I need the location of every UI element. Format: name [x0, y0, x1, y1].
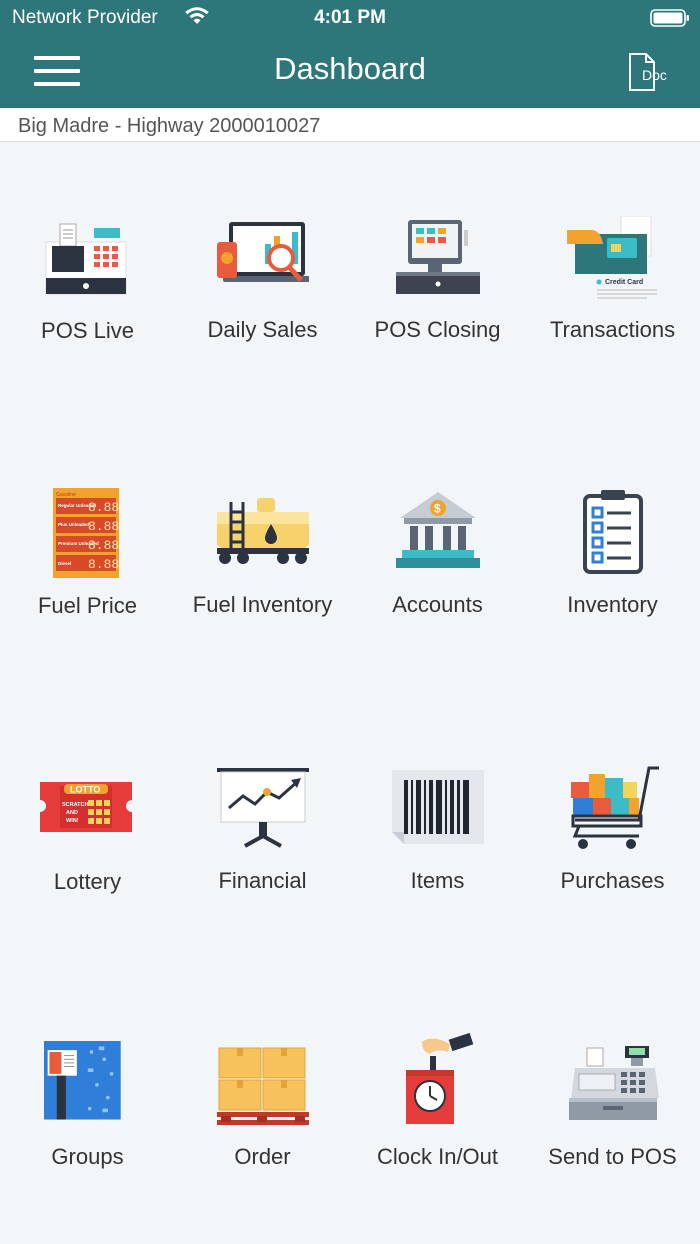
clock-time: 4:01 PM [314, 7, 386, 28]
page-title: Dashboard [274, 51, 426, 86]
credit-card-text: Credit Card [605, 279, 643, 286]
pos-terminal-icon [396, 220, 480, 294]
tile-label: Groups [51, 1144, 124, 1169]
tile-label: Purchases [560, 868, 665, 893]
tile-fuel-inventory[interactable]: Fuel Inventory [175, 488, 350, 738]
tile-label: Items [410, 868, 465, 893]
fuel-price-value: 8.88 [88, 519, 119, 534]
document-icon[interactable]: Doc [626, 52, 670, 92]
tile-label: Daily Sales [207, 317, 318, 342]
tile-financial[interactable]: Financial [175, 764, 350, 1014]
presentation-chart-icon [217, 768, 309, 848]
tile-lottery[interactable]: LOTTO SCRATCH AND WIN! Lottery [0, 764, 175, 1014]
tile-label: Inventory [567, 592, 658, 617]
time-clock-icon [406, 1032, 474, 1124]
lottery-line: WIN! [66, 818, 79, 824]
shopping-cart-icon [571, 766, 659, 849]
groups-book-icon [44, 1041, 121, 1120]
fuel-price-board-icon: Gasoline Regular Unleaded Plus Unleaded … [53, 488, 119, 578]
tile-label: Lottery [53, 869, 122, 894]
fuel-tank-car-icon [217, 498, 309, 564]
fuel-price-value: 8.88 [88, 557, 119, 572]
lottery-line: SCRATCH [62, 802, 89, 808]
fuel-grade: Plus Unleaded [58, 522, 89, 527]
store-name: Big Madre - Highway 2000010027 [18, 115, 321, 137]
tile-fuel-price[interactable]: Gasoline Regular Unleaded Plus Unleaded … [0, 488, 175, 738]
battery-icon [650, 9, 689, 27]
tile-label: Fuel Inventory [192, 592, 333, 617]
store-bar[interactable]: Big Madre - Highway 2000010027 [0, 108, 700, 142]
bank-symbol: $ [434, 502, 441, 516]
tile-daily-sales[interactable]: Daily Sales [175, 216, 350, 466]
tile-send-to-pos[interactable]: Send to POS [525, 1040, 700, 1244]
tile-label: Fuel Price [37, 593, 138, 618]
bank-icon: $ [396, 492, 480, 568]
lottery-line: AND [66, 810, 78, 816]
cash-register-icon [45, 223, 127, 295]
fuel-board-title: Gasoline [56, 492, 76, 498]
sales-analytics-icon [217, 222, 309, 282]
tile-label: Transactions [549, 317, 676, 342]
tile-label: Financial [218, 868, 307, 893]
tile-purchases[interactable]: Purchases [525, 764, 700, 1014]
tile-pos-closing[interactable]: POS Closing [350, 216, 525, 466]
tile-label: POS Closing [374, 317, 501, 342]
doc-button-label: Doc [642, 67, 667, 83]
tile-label: Accounts [392, 592, 483, 617]
tile-clock-in-out[interactable]: Clock In/Out [350, 1030, 525, 1244]
lottery-ticket-icon: LOTTO SCRATCH AND WIN! [40, 782, 132, 832]
tile-order[interactable]: Order [175, 1040, 350, 1244]
fuel-price-value: 8.88 [88, 500, 119, 515]
tile-pos-live[interactable]: POS Live [0, 216, 175, 466]
tile-groups[interactable]: Groups [0, 1040, 175, 1244]
credit-card-icon: Credit Card [567, 216, 657, 299]
app-header: Network Provider 4:01 PM Dashboard Doc [0, 0, 700, 108]
tile-label: Order [234, 1144, 291, 1169]
tile-items[interactable]: Items [350, 764, 525, 1014]
register-machine-icon [569, 1046, 659, 1120]
tile-transactions[interactable]: Credit Card Transactions [525, 216, 700, 466]
boxes-pallet-icon [217, 1047, 309, 1125]
status-bar: Network Provider 4:01 PM [0, 0, 700, 36]
lottery-brand: LOTTO [70, 785, 100, 795]
tile-label: Clock In/Out [376, 1144, 499, 1169]
tile-label: POS Live [41, 318, 134, 343]
tile-label: Send to POS [548, 1144, 677, 1169]
fuel-price-value: 8.88 [88, 538, 119, 553]
tile-inventory[interactable]: Inventory [525, 488, 700, 738]
barcode-icon [392, 770, 484, 844]
fuel-grade: Diesel [58, 561, 71, 566]
clipboard-checklist-icon [583, 490, 643, 574]
tile-accounts[interactable]: $ Accounts [350, 488, 525, 738]
